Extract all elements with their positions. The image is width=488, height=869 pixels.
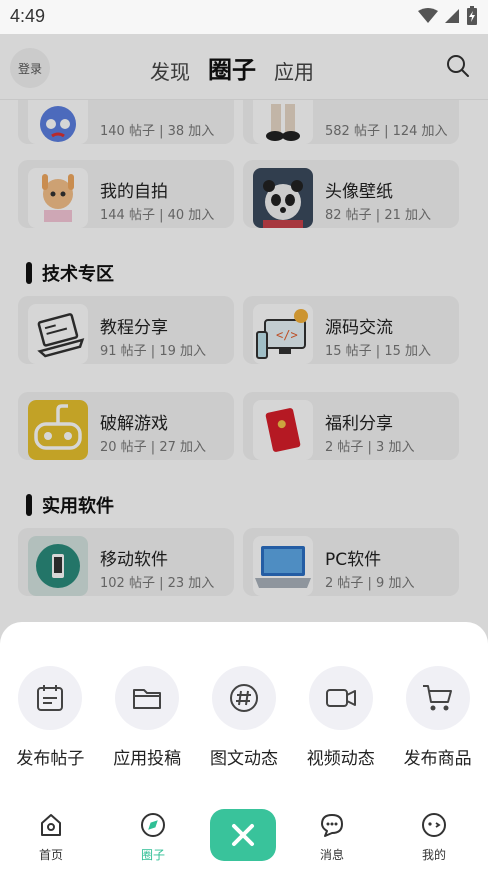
- action-label: 视频动态: [306, 749, 375, 769]
- action-label: 发布商品: [403, 749, 472, 769]
- folder-icon: [133, 689, 162, 709]
- action-label: 发布帖子: [16, 749, 85, 769]
- signal-icon: [445, 9, 459, 23]
- nav-messages[interactable]: 消息: [302, 812, 362, 863]
- nav-label: 消息: [319, 848, 344, 862]
- status-time: 4:49: [10, 6, 46, 26]
- bottom-nav: 首页 圈子 消息 我的: [0, 804, 488, 869]
- nav-label: 我的: [421, 848, 446, 862]
- status-bar: 4:49: [0, 0, 488, 34]
- chat-icon: [321, 814, 343, 837]
- wifi-icon: [418, 8, 438, 23]
- home-icon: [41, 814, 61, 836]
- nav-label: 圈子: [140, 848, 165, 862]
- close-icon: [232, 824, 254, 846]
- status-icons: [418, 6, 478, 26]
- face-icon: [422, 813, 446, 837]
- hashtag-icon: [229, 684, 258, 712]
- action-label: 应用投稿: [113, 749, 182, 769]
- action-circle: [211, 666, 276, 730]
- nav-mine[interactable]: 我的: [404, 812, 464, 863]
- close-publish-button[interactable]: [210, 809, 276, 861]
- nav-circle[interactable]: 圈子: [123, 812, 183, 863]
- action-circle: [18, 666, 83, 730]
- video-post-button[interactable]: 视频动态: [293, 666, 389, 769]
- calendar-post-icon: [37, 685, 64, 711]
- action-circle: [405, 666, 470, 730]
- compass-icon: [141, 813, 165, 837]
- nav-home[interactable]: 首页: [21, 812, 81, 863]
- action-circle: [115, 666, 180, 730]
- battery-icon: [467, 6, 477, 25]
- publish-actions: 发布帖子 应用投稿 图文动态 视频动态 发布商品: [0, 666, 488, 769]
- publish-product-button[interactable]: 发布商品: [390, 666, 486, 769]
- nav-label: 首页: [38, 848, 63, 862]
- video-camera-icon: [325, 689, 356, 707]
- action-circle: [308, 666, 373, 730]
- action-label: 图文动态: [209, 749, 278, 769]
- publish-post-button[interactable]: 发布帖子: [2, 666, 98, 769]
- image-text-post-button[interactable]: 图文动态: [196, 666, 292, 769]
- submit-app-button[interactable]: 应用投稿: [99, 666, 195, 769]
- shopping-cart-icon: [422, 685, 452, 711]
